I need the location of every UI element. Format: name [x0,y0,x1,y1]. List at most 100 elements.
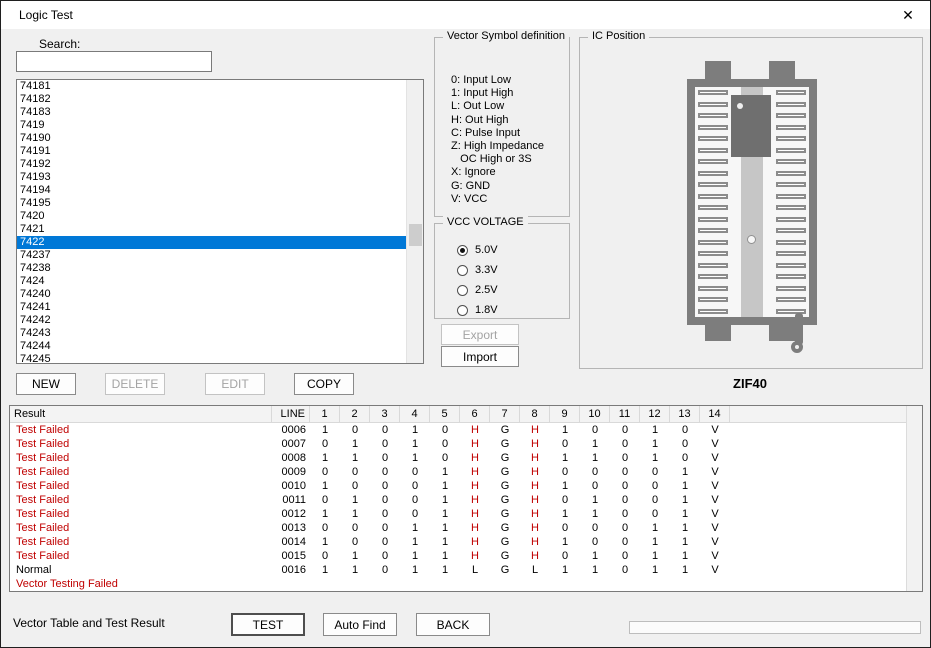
pin-cell: V [711,424,719,436]
device-list-item[interactable]: 74238 [17,262,406,275]
pin-cell: 1 [591,438,599,450]
device-list-item[interactable]: 74240 [17,288,406,301]
test-button[interactable]: TEST [231,613,305,636]
column-header[interactable]: 6 [460,406,490,422]
result-row[interactable]: Test Failed 0007 0 1 0 1 0 H G H 0 1 0 1 0 V [10,437,906,451]
copy-button[interactable]: COPY [294,373,354,395]
vcc-option[interactable]: 2.5V [457,280,498,300]
result-row[interactable]: Test Failed 0014 1 0 0 1 1 H G H 1 0 0 1 1 V [10,535,906,549]
socket-pin-slot [776,124,806,130]
socket-pin-slot [776,251,806,257]
device-list-item[interactable]: 74190 [17,132,406,145]
search-input[interactable] [16,51,212,72]
device-list-scrollbar[interactable] [406,80,423,363]
result-row[interactable]: Test Failed 0012 1 1 0 0 1 H G H 1 1 0 0 1 V [10,507,906,521]
vcc-option[interactable]: 3.3V [457,260,498,280]
pin-cell: H [531,424,539,436]
socket-pin-slot [776,274,806,280]
device-list-item[interactable]: 74192 [17,158,406,171]
vector-symbol-line: G: GND [451,179,491,192]
import-button[interactable]: Import [441,346,519,367]
pin-cell: 0 [591,424,599,436]
column-header[interactable]: Result [10,406,272,422]
device-list-item[interactable]: 7421 [17,223,406,236]
auto-find-button[interactable]: Auto Find [323,613,397,636]
pin-cell: 0 [381,536,389,548]
result-row[interactable]: Test Failed 0010 1 0 0 0 1 H G H 1 0 0 0 1 V [10,479,906,493]
vcc-option[interactable]: 5.0V [457,240,498,260]
pin-cell: 1 [681,550,689,562]
logic-test-dialog: Logic Test ✕ Search: 74181 74182 74183 7419… [0,0,931,648]
device-list-item[interactable]: 74243 [17,327,406,340]
pin-cell: 1 [441,494,449,506]
pin-cell: 1 [351,494,359,506]
device-list-item[interactable]: 74245 [17,353,406,363]
pin-cell: 0 [621,522,629,534]
edit-button[interactable]: EDIT [205,373,265,395]
device-list-item[interactable]: 74191 [17,145,406,158]
export-button[interactable]: Export [441,324,519,345]
column-header[interactable]: 3 [370,406,400,422]
column-header[interactable]: 4 [400,406,430,422]
device-list-item[interactable]: 7419 [17,119,406,132]
line-cell: 0011 [282,494,306,506]
scrollbar-thumb[interactable] [409,224,422,246]
pin-cell: 1 [411,452,419,464]
device-list-item[interactable]: 74241 [17,301,406,314]
result-row[interactable]: Normal 0016 1 1 0 1 1 L G L 1 1 0 1 1 V [10,563,906,577]
pin-cell: 1 [561,536,569,548]
device-list-item[interactable]: 74237 [17,249,406,262]
device-list-item[interactable]: 7420 [17,210,406,223]
result-row[interactable]: Test Failed 0009 0 0 0 0 1 H G H 0 0 0 0 1 V [10,465,906,479]
pin-cell: H [471,452,479,464]
column-header[interactable]: 2 [340,406,370,422]
socket-pin-slot [698,308,728,314]
socket-pin-slot [776,239,806,245]
result-row[interactable]: Test Failed 0011 0 1 0 0 1 H G H 0 1 0 0 1 V [10,493,906,507]
pin-cell: 0 [351,424,359,436]
pin-cell: V [711,438,719,450]
column-header[interactable]: 1 [310,406,340,422]
column-header[interactable]: 14 [700,406,730,422]
column-header[interactable]: LINE [272,406,310,422]
device-list-item[interactable]: 74182 [17,93,406,106]
pin-cell: 0 [351,536,359,548]
device-list-item[interactable]: 74244 [17,340,406,353]
device-list-item[interactable]: 7422 [17,236,406,249]
new-button[interactable]: NEW [16,373,76,395]
column-header[interactable]: 9 [550,406,580,422]
column-header[interactable]: 12 [640,406,670,422]
device-list-item[interactable]: 74242 [17,314,406,327]
delete-button[interactable]: DELETE [105,373,165,395]
device-list: 74181 74182 74183 7419 74190 74191 74192 74193 7… [16,79,424,364]
column-header[interactable]: 7 [490,406,520,422]
close-icon[interactable]: ✕ [892,4,924,26]
device-list-item[interactable]: 74193 [17,171,406,184]
result-row[interactable]: Test Failed 0013 0 0 0 1 1 H G H 0 0 0 1 1 V [10,521,906,535]
device-list-item[interactable]: 7424 [17,275,406,288]
device-list-item[interactable]: 74195 [17,197,406,210]
line-cell: 0013 [281,522,306,534]
result-cell: Test Failed [16,536,70,548]
device-list-item[interactable]: 74183 [17,106,406,119]
result-row[interactable]: Test Failed 0015 0 1 0 1 1 H G H 0 1 0 1 1 V [10,549,906,563]
column-header[interactable]: 11 [610,406,640,422]
vcc-option[interactable]: 1.8V [457,300,498,320]
result-row[interactable]: Test Failed 0006 1 0 0 1 0 H G H 1 0 0 1 0 V [10,423,906,437]
pin-cell: 0 [381,466,389,478]
result-table-scrollbar[interactable] [906,406,922,591]
column-header[interactable]: 10 [580,406,610,422]
pin-cell: 1 [321,536,329,548]
result-row[interactable]: Test Failed 0008 1 1 0 1 0 H G H 1 1 0 1 0 V [10,451,906,465]
pin-cell: 0 [591,466,599,478]
column-header[interactable]: 13 [670,406,700,422]
pin-cell: G [500,452,510,464]
status-bar-label: Vector Table and Test Result [13,616,165,630]
device-list-item[interactable]: 74181 [17,80,406,93]
device-list-item[interactable]: 74194 [17,184,406,197]
column-header[interactable]: 8 [520,406,550,422]
back-button[interactable]: BACK [416,613,490,636]
column-header[interactable]: 5 [430,406,460,422]
result-row[interactable]: Vector Testing Failed [10,577,906,591]
socket-pin-slot [698,159,728,165]
